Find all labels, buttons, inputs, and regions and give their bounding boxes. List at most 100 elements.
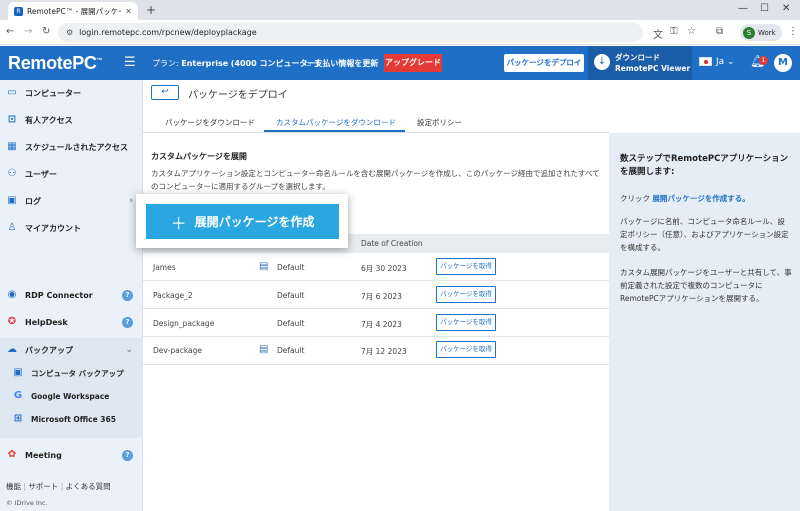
- tab-download-custom-package[interactable]: カスタムパッケージをダウンロード: [276, 117, 396, 128]
- package-name: James: [153, 263, 176, 272]
- window-close-icon[interactable]: ✕: [782, 3, 790, 14]
- download-viewer-label: ダウンロード RemotePC Viewer: [615, 53, 691, 73]
- chevron-down-icon: ⌄: [125, 345, 133, 355]
- get-package-button[interactable]: パッケージを取得: [436, 341, 496, 358]
- upgrade-button[interactable]: アップグレード: [384, 54, 442, 72]
- help-panel: [609, 133, 800, 511]
- create-deployment-package-button[interactable]: ＋ 展開パッケージを作成: [146, 204, 339, 239]
- package-document-icon[interactable]: ▤: [259, 261, 269, 272]
- sidebar-item-helpdesk[interactable]: ✪ HelpDesk ?: [0, 309, 143, 335]
- japan-flag-icon: [699, 57, 712, 66]
- new-tab-icon[interactable]: +: [146, 3, 156, 17]
- maximize-icon[interactable]: ☐: [760, 3, 769, 14]
- package-name: Dev-package: [153, 346, 202, 355]
- tab-download-package[interactable]: パッケージをダウンロード: [165, 117, 255, 128]
- package-date: 6月 30 2023: [361, 264, 407, 273]
- create-package-link[interactable]: 展開パッケージを作成する。: [652, 194, 749, 203]
- package-date: 7月 6 2023: [361, 292, 402, 301]
- browser-tab-title: RemotePC™ - 展開パッケージ: [27, 6, 121, 16]
- plan-info: プラン: Enterprise (4000 コンピューター): [152, 58, 319, 69]
- get-package-button[interactable]: パッケージを取得: [436, 286, 496, 303]
- reload-icon[interactable]: ↻: [42, 26, 50, 37]
- attended-access-icon: ⊡: [7, 114, 17, 125]
- address-bar[interactable]: ⚙ login.remotepc.com/rpcnew/deployplacka…: [58, 23, 643, 42]
- plus-icon: ＋: [170, 215, 187, 233]
- language-selector[interactable]: Ja ⌄: [716, 57, 735, 67]
- sidebar-item-attended-access[interactable]: ⊡ 有人アクセス: [0, 107, 143, 133]
- back-button[interactable]: ↩: [151, 85, 179, 100]
- sidebar-item-users[interactable]: ⚇ ユーザー: [0, 161, 143, 187]
- bookmark-star-icon[interactable]: ☆: [687, 26, 696, 37]
- calendar-icon: ▦: [7, 141, 17, 152]
- browser-tab[interactable]: R RemotePC™ - 展開パッケージ ✕: [8, 2, 138, 20]
- computer-icon: ▭: [7, 87, 17, 98]
- forward-icon[interactable]: →: [24, 26, 32, 37]
- minimize-icon[interactable]: —: [738, 3, 748, 14]
- user-icon: ⚇: [7, 168, 17, 179]
- get-package-button[interactable]: パッケージを取得: [436, 258, 496, 275]
- sidebar-footer-links: 機能 | サポート | よくある質問: [6, 482, 111, 491]
- cloud-backup-icon: ☁: [7, 344, 17, 355]
- google-icon: G: [13, 390, 23, 401]
- package-group: Default: [277, 319, 305, 328]
- sidebar-item-my-account[interactable]: ♙ マイアカウント: [0, 215, 143, 241]
- help-icon[interactable]: ?: [122, 449, 133, 461]
- get-package-button[interactable]: パッケージを取得: [436, 314, 496, 331]
- back-icon[interactable]: ←: [6, 26, 14, 37]
- sidebar-item-rdp-connector[interactable]: ◉ RDP Connector ?: [0, 282, 143, 308]
- help-icon[interactable]: ?: [122, 316, 133, 328]
- notification-badge: 1: [759, 56, 768, 65]
- tab-settings-policy[interactable]: 設定ポリシー: [417, 117, 462, 128]
- download-icon: ↓: [594, 54, 610, 70]
- section-title: カスタムパッケージを展開: [151, 152, 247, 161]
- profile-chip[interactable]: S Work: [740, 24, 782, 41]
- package-name: Design_package: [153, 319, 215, 328]
- help-icon[interactable]: ?: [122, 289, 133, 301]
- faq-link[interactable]: よくある質問: [66, 482, 111, 491]
- renew-billing-link[interactable]: ▭ 支払い情報を更新: [304, 58, 378, 69]
- package-group: Default: [277, 291, 305, 300]
- help-step-3: カスタム展開パッケージをユーザーと共有して、事前定義された設定で複数のコンピュー…: [620, 268, 792, 303]
- meeting-icon: ✿: [7, 449, 17, 460]
- profile-avatar: S: [743, 26, 755, 39]
- remotepc-logo[interactable]: RemotePC™: [8, 53, 103, 74]
- user-avatar[interactable]: M: [774, 54, 792, 72]
- package-group: Default: [277, 263, 305, 272]
- help-step-1: クリック 展開パッケージを作成する。: [620, 194, 750, 203]
- sidebar-item-logs[interactable]: ▣ ログ ›: [0, 188, 143, 214]
- copyright: © IDrive Inc.: [6, 499, 48, 507]
- card-icon: ▭: [304, 59, 312, 68]
- sidebar-item-office-365[interactable]: ⊞ Microsoft Office 365: [0, 406, 143, 432]
- hamburger-menu-icon[interactable]: ☰: [124, 55, 136, 70]
- support-link[interactable]: サポート: [28, 482, 58, 491]
- browser-menu-icon[interactable]: ⋮: [788, 26, 798, 37]
- help-step-2: パッケージに名前、コンピュータ命名ルール、設定ポリシー（任意）、およびアプリケー…: [620, 217, 789, 252]
- password-key-icon[interactable]: ⚿: [670, 26, 678, 37]
- help-panel-title: 数ステップでRemotePCアプリケーションを展開します:: [620, 154, 789, 177]
- sidebar-item-scheduled-access[interactable]: ▦ スケジュールされたアクセス: [0, 134, 143, 160]
- chevron-right-icon: ›: [129, 196, 133, 206]
- section-description: カスタムアプリケーション設定とコンピューター命名ルールを含む展開パッケージを作成…: [151, 169, 600, 191]
- package-group: Default: [277, 346, 305, 355]
- site-info-icon[interactable]: ⚙: [66, 28, 73, 37]
- active-tab-indicator: [264, 130, 405, 132]
- rdp-connector-icon: ◉: [7, 289, 17, 300]
- sidebar-item-computers[interactable]: ▭ コンピューター: [0, 80, 143, 106]
- translate-icon[interactable]: 文: [653, 26, 663, 41]
- package-name: Package_2: [153, 291, 193, 300]
- extensions-icon[interactable]: ⧉: [716, 26, 723, 37]
- sidebar-item-meeting[interactable]: ✿ Meeting ?: [0, 442, 143, 468]
- account-icon: ♙: [7, 222, 17, 233]
- url-text: login.remotepc.com/rpcnew/deployplackage: [79, 28, 257, 37]
- deploy-package-button[interactable]: パッケージをデプロイ: [504, 54, 584, 72]
- date-column-header: Date of Creation: [361, 239, 423, 248]
- plan-value: Enterprise: [181, 59, 229, 68]
- microsoft-icon: ⊞: [13, 413, 23, 424]
- log-icon: ▣: [7, 195, 17, 206]
- close-tab-icon[interactable]: ✕: [125, 7, 132, 16]
- features-link[interactable]: 機能: [6, 482, 21, 491]
- package-document-icon[interactable]: ▤: [259, 344, 269, 355]
- remotepc-favicon-icon: R: [14, 6, 23, 16]
- helpdesk-lifebuoy-icon: ✪: [7, 316, 17, 327]
- profile-label: Work: [758, 28, 776, 37]
